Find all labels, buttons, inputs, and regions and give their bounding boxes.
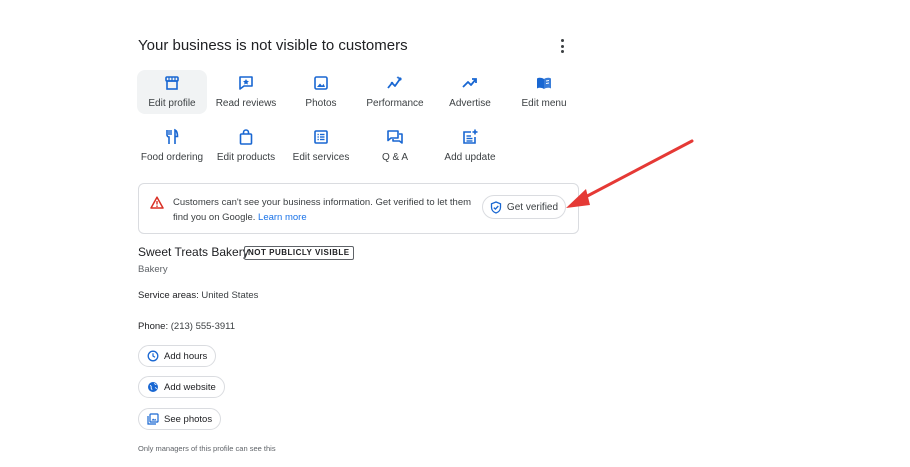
photos-action[interactable]: Photos bbox=[286, 70, 356, 114]
edit-menu-action[interactable]: Edit menu bbox=[509, 70, 579, 114]
list-alt-icon bbox=[312, 128, 330, 146]
business-name: Sweet Treats Bakery bbox=[138, 245, 249, 259]
annotation-arrow bbox=[566, 139, 694, 208]
image-icon bbox=[312, 74, 330, 92]
read-reviews-label: Read reviews bbox=[215, 98, 277, 109]
page-title: Your business is not visible to customer… bbox=[138, 37, 408, 54]
clock-icon bbox=[147, 350, 159, 362]
trending-up-icon bbox=[461, 74, 479, 92]
restaurant-icon bbox=[163, 128, 181, 146]
qa-label: Q & A bbox=[381, 152, 409, 163]
visibility-badge: NOT PUBLICLY VISIBLE bbox=[244, 246, 354, 260]
edit-products-label: Edit products bbox=[216, 152, 276, 163]
edit-services-action[interactable]: Edit services bbox=[286, 124, 356, 168]
banner-message-text: Customers can't see your business inform… bbox=[173, 197, 472, 223]
get-verified-label: Get verified bbox=[506, 201, 559, 213]
photo-library-icon bbox=[147, 413, 159, 425]
business-category: Bakery bbox=[138, 264, 168, 275]
performance-label: Performance bbox=[366, 98, 424, 109]
edit-products-action[interactable]: Edit products bbox=[211, 124, 281, 168]
storefront-icon bbox=[163, 74, 181, 92]
phone-row: Phone: (213) 555-3911 bbox=[138, 321, 235, 332]
add-hours-button[interactable]: Add hours bbox=[138, 345, 217, 367]
food-ordering-label: Food ordering bbox=[140, 152, 204, 163]
see-photos-button[interactable]: See photos bbox=[138, 408, 222, 430]
qa-action[interactable]: Q & A bbox=[360, 124, 430, 168]
menu-book-icon bbox=[535, 74, 553, 92]
add-update-label: Add update bbox=[444, 152, 496, 163]
banner-message: Customers can't see your business inform… bbox=[173, 195, 473, 225]
add-website-label: Add website bbox=[164, 381, 216, 393]
add-hours-label: Add hours bbox=[164, 350, 208, 362]
photos-label: Photos bbox=[305, 98, 337, 109]
read-reviews-action[interactable]: Read reviews bbox=[211, 70, 281, 114]
add-website-button[interactable]: Add website bbox=[138, 376, 225, 398]
edit-profile-label: Edit profile bbox=[148, 98, 196, 109]
service-areas: Service areas: United States bbox=[138, 290, 258, 301]
edit-profile-action[interactable]: Edit profile bbox=[137, 70, 207, 114]
advertise-action[interactable]: Advertise bbox=[435, 70, 505, 114]
more-options-icon[interactable] bbox=[556, 36, 568, 56]
warning-icon bbox=[150, 196, 164, 209]
insights-icon bbox=[386, 74, 404, 92]
advertise-label: Advertise bbox=[449, 98, 491, 109]
service-areas-label: Service areas: bbox=[138, 290, 199, 301]
edit-services-label: Edit services bbox=[292, 152, 350, 163]
service-areas-value: United States bbox=[201, 290, 259, 301]
phone-value: (213) 555-3911 bbox=[170, 321, 236, 332]
forum-icon bbox=[386, 128, 404, 146]
learn-more-link[interactable]: Learn more bbox=[258, 212, 307, 223]
verified-shield-icon bbox=[490, 200, 502, 214]
performance-action[interactable]: Performance bbox=[360, 70, 430, 114]
see-photos-label: See photos bbox=[164, 413, 213, 425]
add-update-action[interactable]: Add update bbox=[435, 124, 505, 168]
get-verified-button[interactable]: Get verified bbox=[482, 195, 566, 219]
food-ordering-action[interactable]: Food ordering bbox=[137, 124, 207, 168]
globe-icon bbox=[148, 382, 158, 392]
shopping-bag-icon bbox=[237, 128, 255, 146]
post-add-icon bbox=[461, 128, 479, 146]
edit-menu-label: Edit menu bbox=[521, 98, 567, 109]
review-star-icon bbox=[237, 74, 255, 92]
phone-label: Phone: bbox=[138, 321, 169, 332]
managers-note: Only managers of this profile can see th… bbox=[138, 444, 276, 453]
